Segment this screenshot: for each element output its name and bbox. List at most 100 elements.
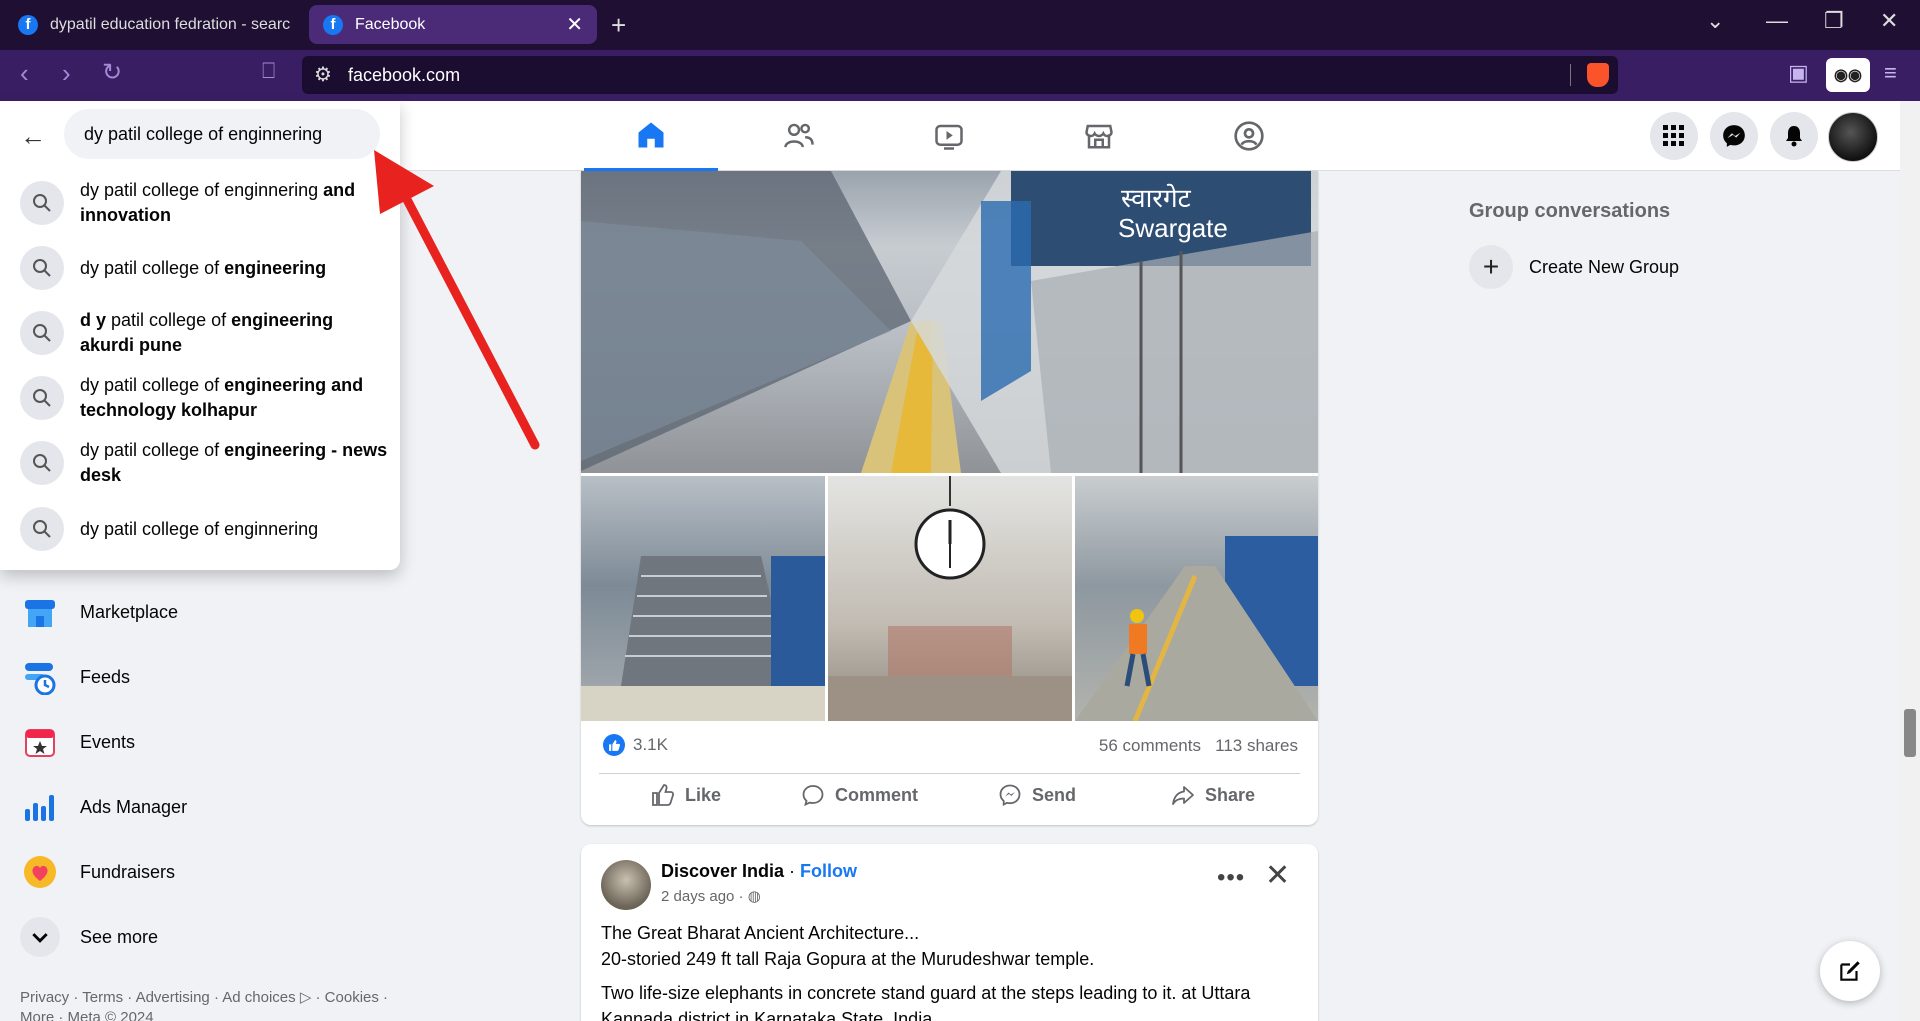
comment-button[interactable]: Comment xyxy=(801,783,918,807)
globe-icon: ◍ xyxy=(747,888,761,905)
post-body: The Great Bharat Ancient Architecture...… xyxy=(601,920,1301,1021)
groups-icon xyxy=(1234,121,1264,151)
search-suggestion[interactable]: dy patil college of engineering - news d… xyxy=(20,438,390,488)
sidebar-item-fundraisers[interactable]: Fundraisers xyxy=(20,852,175,892)
post-photo-clock[interactable] xyxy=(828,476,1072,721)
nav-marketplace[interactable] xyxy=(1032,101,1166,171)
notifications-button[interactable] xyxy=(1770,112,1818,160)
reactions-summary[interactable]: 3.1K xyxy=(603,734,668,756)
post-divider xyxy=(599,773,1300,774)
messenger-button[interactable] xyxy=(1710,112,1758,160)
sidebar-item-events[interactable]: Events xyxy=(20,722,135,762)
feed-post: स्वारगेट Swargate 3.1K 56 comments 113 s… xyxy=(581,171,1318,825)
back-button[interactable]: ‹ xyxy=(20,58,29,89)
shares-count[interactable]: 113 shares xyxy=(1215,736,1298,755)
ads-manager-icon xyxy=(20,787,60,827)
post-main-photo[interactable]: स्वारगेट Swargate xyxy=(581,171,1318,473)
share-label: Share xyxy=(1205,784,1256,805)
group-conversations-heading: Group conversations xyxy=(1469,200,1671,222)
search-icon xyxy=(20,181,64,225)
nav-groups[interactable] xyxy=(1182,101,1316,171)
sidebar-item-label: Fundraisers xyxy=(80,861,176,882)
browser-tab-facebook[interactable]: f Facebook ✕ xyxy=(309,5,597,44)
search-input[interactable] xyxy=(64,109,380,159)
back-arrow-icon[interactable]: ← xyxy=(20,121,46,152)
address-separator xyxy=(1570,64,1571,86)
feeds-icon xyxy=(20,657,60,697)
create-new-group-button[interactable]: + Create New Group xyxy=(1469,245,1679,289)
post-time[interactable]: 2 days ago · xyxy=(661,888,744,905)
page-scrollbar[interactable] xyxy=(1900,101,1920,1021)
sidebar-item-ads-manager[interactable]: Ads Manager xyxy=(20,787,187,827)
plus-icon: + xyxy=(1469,245,1513,289)
home-icon xyxy=(638,122,664,147)
tab-title: Facebook xyxy=(355,15,426,33)
sidebar-item-label: Feeds xyxy=(80,666,131,687)
marketplace-icon xyxy=(20,592,60,632)
post-photo-worker[interactable] xyxy=(1075,476,1318,721)
restore-button[interactable]: ❐ xyxy=(1824,8,1844,34)
sidebar-item-see-more[interactable]: See more xyxy=(20,917,158,957)
more-options-icon[interactable]: ••• xyxy=(1217,864,1245,892)
post-author[interactable]: Discover India xyxy=(661,861,784,881)
site-settings-icon[interactable]: ⚙ xyxy=(314,62,332,87)
like-reaction-icon xyxy=(603,734,625,756)
new-message-button[interactable] xyxy=(1820,941,1880,1001)
send-button[interactable]: Send xyxy=(998,783,1076,807)
menu-icon[interactable]: ≡ xyxy=(1884,60,1897,86)
post-time-line: 2 days ago · ◍ xyxy=(661,887,761,905)
video-icon xyxy=(935,124,963,150)
reader-mode-icon[interactable]: ◉◉ xyxy=(1826,58,1870,92)
comment-icon xyxy=(802,785,824,807)
facebook-favicon-icon: f xyxy=(18,14,38,35)
search-suggestion[interactable]: d y patil college of engineering akurdi … xyxy=(20,308,390,358)
search-icon xyxy=(20,376,64,420)
fundraisers-icon xyxy=(20,852,60,892)
nav-friends[interactable] xyxy=(732,101,866,171)
hide-post-icon[interactable]: ✕ xyxy=(1265,858,1290,893)
like-button[interactable]: Like xyxy=(651,783,721,807)
annotation-arrow-icon xyxy=(374,150,540,450)
sidebar-toggle-icon[interactable]: ▣ xyxy=(1788,60,1809,86)
comments-count[interactable]: 56 comments xyxy=(1099,736,1201,755)
brave-shields-icon[interactable] xyxy=(1587,63,1609,87)
nav-watch[interactable] xyxy=(882,101,1016,171)
close-window-button[interactable]: ✕ xyxy=(1880,8,1898,34)
post-counts: 56 comments 113 shares xyxy=(1099,736,1298,756)
tab-search-chevron-icon[interactable]: ⌄ xyxy=(1706,8,1724,34)
account-avatar[interactable] xyxy=(1828,112,1878,162)
sidebar-item-feeds[interactable]: Feeds xyxy=(20,657,130,697)
minimize-button[interactable]: — xyxy=(1766,8,1788,34)
post-author-line: Discover India · Follow xyxy=(661,861,857,882)
page-avatar[interactable] xyxy=(601,860,651,910)
search-suggestion[interactable]: dy patil college of enginnering xyxy=(20,507,390,551)
feed-post-discover-india: Discover India · Follow 2 days ago · ◍ •… xyxy=(581,844,1318,1021)
search-suggestion[interactable]: dy patil college of engineering and tech… xyxy=(20,373,390,423)
footer-links[interactable]: Privacy · Terms · Advertising · Ad choic… xyxy=(20,988,420,1021)
scrollbar-thumb[interactable] xyxy=(1904,709,1916,757)
suggestion-text: dy patil college of enginnering and inno… xyxy=(80,180,356,225)
send-label: Send xyxy=(1032,784,1077,805)
sidebar-item-label: Ads Manager xyxy=(80,796,188,817)
search-suggestion[interactable]: dy patil college of enginnering and inno… xyxy=(20,178,390,228)
address-url[interactable]: facebook.com xyxy=(348,65,460,86)
menu-grid-button[interactable] xyxy=(1650,112,1698,160)
post-text-line: 20-storied 249 ft tall Raja Gopura at th… xyxy=(601,949,1095,969)
separator-dot: · xyxy=(784,861,801,881)
close-tab-icon[interactable]: ✕ xyxy=(566,12,583,37)
forward-button[interactable]: › xyxy=(62,58,71,89)
new-tab-button[interactable]: + xyxy=(611,10,626,41)
nav-home[interactable] xyxy=(584,101,718,171)
share-button[interactable]: Share xyxy=(1171,783,1255,807)
bell-icon xyxy=(1786,126,1802,147)
address-bar[interactable]: ⚙ facebook.com xyxy=(302,56,1618,94)
follow-link[interactable]: Follow xyxy=(800,861,857,881)
post-photo-stairs[interactable] xyxy=(581,476,825,721)
sidebar-item-marketplace[interactable]: Marketplace xyxy=(20,592,178,632)
reload-button[interactable]: ↻ xyxy=(102,58,122,87)
search-dropdown: ← dy patil college of enginnering and in… xyxy=(0,101,400,570)
search-suggestion[interactable]: dy patil college of engineering xyxy=(20,246,390,290)
browser-tab-search[interactable]: f dypatil education fedration - search xyxy=(4,5,304,44)
bookmark-icon[interactable]: ⎕ xyxy=(262,58,275,84)
messenger-send-icon xyxy=(999,784,1021,806)
